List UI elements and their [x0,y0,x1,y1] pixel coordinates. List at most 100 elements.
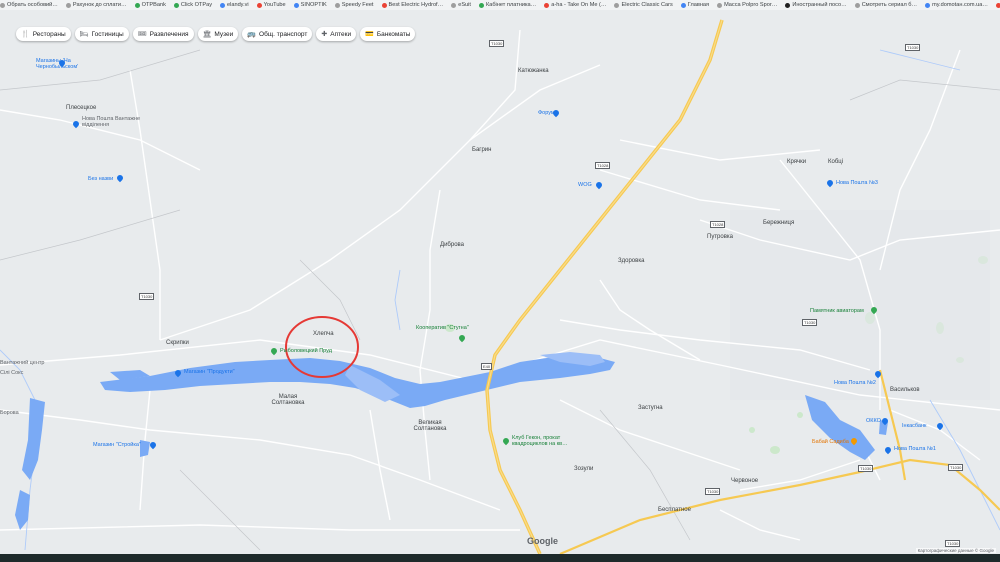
place-label[interactable]: Путровка [707,234,733,240]
bookmark-item[interactable]: SINOPTIK [293,2,327,8]
bookmark-item[interactable]: Кабінет платника… [478,2,537,8]
place-label[interactable]: Великая Солтановка [410,420,450,432]
poi-label[interactable]: Інкасбанк [902,423,926,429]
bookmark-favicon-icon [451,2,457,8]
place-label[interactable]: Катюжанка [518,68,549,74]
bookmark-item[interactable]: OTPBank [134,2,166,8]
place-label[interactable]: Крячки [787,159,806,165]
place-label[interactable]: Багрин [472,147,491,153]
poi-label[interactable]: Клуб Гекон, прокат квадроциклов на кв… [512,435,572,447]
place-label[interactable]: Здоровка [618,258,644,264]
category-chip[interactable]: 🛏 Гостиницы [74,27,129,41]
place-label[interactable]: Бережниця [763,220,794,226]
place-label[interactable]: Бесплатное [658,507,691,513]
poi-label[interactable]: Бабай Садиба [812,439,849,445]
bookmark-item[interactable]: Главная [680,2,710,8]
bookmark-favicon-icon [334,2,340,8]
poi-label[interactable]: Нова Пошта №3 [836,180,878,186]
bookmark-favicon-icon [680,2,686,8]
bookmark-label: Главная [687,2,710,8]
road-shield: Т1030 [905,44,921,51]
category-chip[interactable]: 💳 Банкоматы [360,27,416,41]
chip-label: Банкоматы [376,30,411,38]
category-chip[interactable]: 🚌 Общ. транспорт [242,27,313,41]
poi-label[interactable]: Кооператив "Стугна" [416,325,469,331]
road-shield: Т1030 [948,464,964,471]
bookmark-favicon-icon [544,2,550,8]
bookmark-label: my.domotaн.com.ua… [932,2,988,8]
poi-label[interactable]: Магазин "Стройка" [93,442,141,448]
poi-label[interactable]: Памятник авиаторам [810,308,864,314]
bookmark-favicon-icon [925,2,931,8]
bookmark-label: Обрать особовий… [7,2,58,8]
taskbar [0,554,1000,562]
poi-label[interactable]: Форум [538,110,555,116]
bookmark-favicon-icon [995,2,1000,8]
bookmark-item[interactable]: Масса Рolpro Spor… [717,2,777,8]
bookmark-item[interactable]: YouTube [256,2,286,8]
bookmark-favicon-icon [478,2,484,8]
poi-label[interactable]: Рыболовецкий Пруд [280,348,332,354]
category-chip[interactable]: ✚ Аптеки [316,27,357,41]
bookmark-label: Смотреть сериал б… [861,2,918,8]
road-shield: Т1028 [595,162,611,169]
place-label[interactable]: Малая Солтановка [268,394,308,406]
bookmark-item[interactable]: a-ha - Take On Me (… [544,2,606,8]
road-shield: Т1030 [802,319,818,326]
category-chip[interactable]: 🏛 Музеи [197,27,239,41]
place-label[interactable]: Зозули [574,466,593,472]
road-shield: Т1030 [705,488,721,495]
poi-label[interactable]: Нова Пошта №1 [894,446,936,452]
bookmark-label: Click OTPay [180,2,212,8]
bookmark-favicon-icon [173,2,179,8]
category-chip[interactable]: 🍴 Рестораны [16,27,71,41]
place-label[interactable]: Червоное [731,478,758,484]
bookmark-favicon-icon [0,2,5,8]
poi-label[interactable]: ОККО [866,418,881,424]
bookmark-item[interactable]: elandy.vi [220,2,249,8]
bookmark-label: Рахунок до сплати… [72,2,127,8]
bookmark-favicon-icon [256,2,262,8]
bookmark-item[interactable]: Speedy Feet [334,2,374,8]
poi-label[interactable]: WOG [578,182,592,188]
chip-icon: 🛏 [79,31,89,38]
bookmark-item[interactable]: Click OTPay [173,2,212,8]
road-shield: Т1030 [489,40,505,47]
road-shield: Т1030 [858,465,874,472]
bookmark-item[interactable]: eSuit [451,2,471,8]
bookmark-item[interactable]: Crescina Re-Growth… [995,2,1000,8]
map-attribution[interactable]: Картографические данные © Google [915,548,996,553]
bookmark-item[interactable]: Electric Classic Cars [614,2,673,8]
category-chip[interactable]: 🎟 Развлечения [132,27,194,41]
chip-label: Развлечения [149,30,189,38]
poi-label[interactable]: Магазин "Продукти" [184,369,235,375]
chip-icon: ✚ [321,31,328,38]
poi-label[interactable]: Нова Пошта Вантажне відділення [82,116,142,128]
poi-label[interactable]: Нова Пошта №2 [834,380,876,386]
chip-label: Общ. транспорт [259,30,308,38]
chip-label: Гостиницы [91,30,124,38]
place-label[interactable]: Васильков [890,387,920,393]
place-label[interactable]: Вантажний центр [0,360,44,366]
place-label[interactable]: Застугна [638,405,663,411]
poi-label[interactable]: Без назви [88,176,113,182]
bookmark-item[interactable]: Иностранный посо… [785,2,847,8]
google-logo: Google [527,536,558,546]
place-label[interactable]: Скрипки [166,340,189,346]
place-label[interactable]: Диброва [440,242,464,248]
place-label[interactable]: Кобці [828,159,843,165]
bookmark-item[interactable]: Рахунок до сплати… [65,2,127,8]
bookmark-label: Electric Classic Cars [621,2,673,8]
bookmark-item[interactable]: my.domotaн.com.ua… [925,2,988,8]
map-canvas[interactable]: 🍴 Рестораны 🛏 Гостиницы 🎟 Развлечения 🏛 Музеи 🚌 О… [0,10,1000,554]
poi-label[interactable]: Магазины 'На Чернобыльском' [36,58,86,70]
place-label[interactable]: Плесецкое [66,105,96,111]
place-label[interactable]: Хлепча [313,331,334,337]
place-label[interactable]: Сілі Сокс [0,370,23,376]
bookmark-item[interactable]: Best Electric Hydrof… [381,2,443,8]
bookmark-item[interactable]: Обрать особовий… [0,2,58,8]
place-label[interactable]: Борова [0,410,19,416]
bookmark-label: OTPBank [141,2,166,8]
bookmark-label: Кабінет платника… [485,2,537,8]
bookmark-item[interactable]: Смотреть сериал б… [854,2,918,8]
